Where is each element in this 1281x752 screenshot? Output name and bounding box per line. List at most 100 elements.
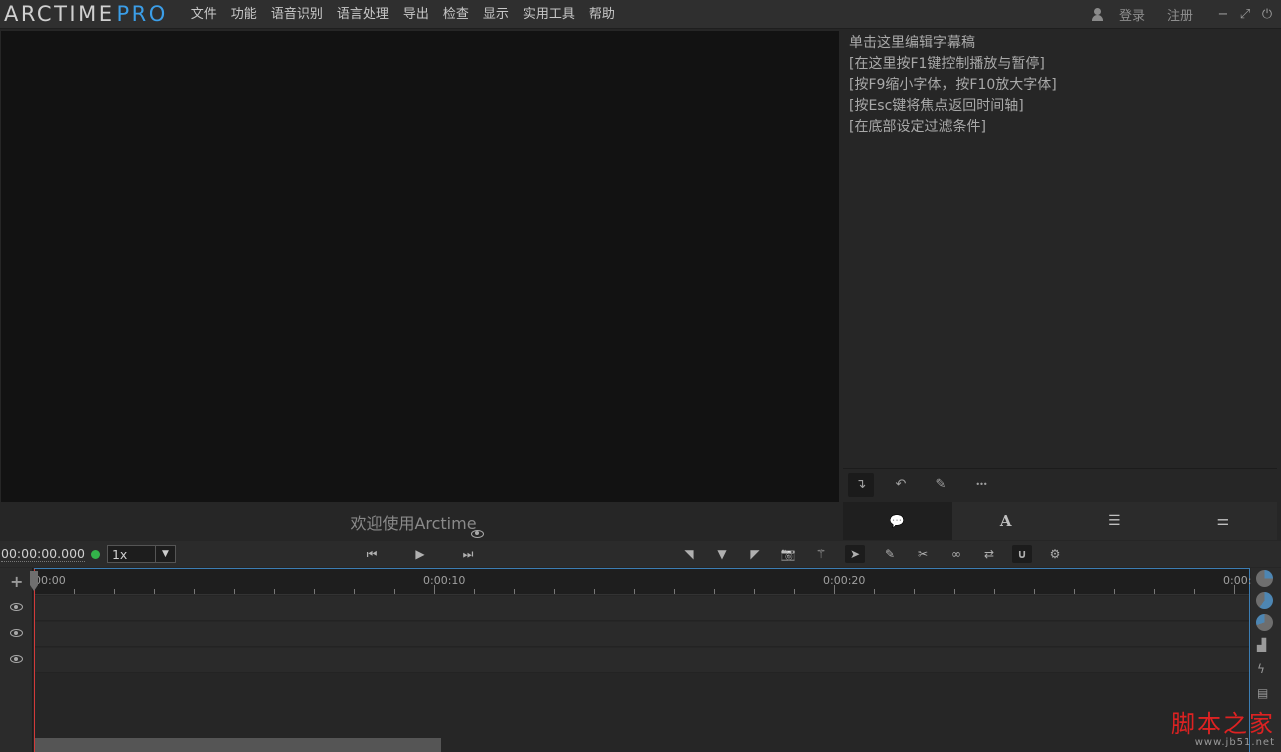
ruler-tick	[114, 589, 115, 594]
undo-icon[interactable]: ↶	[888, 473, 914, 497]
menu-language-processing[interactable]: 语言处理	[330, 0, 396, 29]
more-icon[interactable]: •••	[968, 473, 994, 497]
mark-down-icon[interactable]: ▼	[712, 545, 732, 563]
subtitle-script-editor[interactable]: 单击这里编辑字幕稿 [在这里按F1键控制播放与暂停] [按F9缩小字体，按F10…	[843, 31, 1277, 468]
eye-icon[interactable]	[10, 603, 23, 611]
menu-speech-recognition[interactable]: 语音识别	[264, 0, 330, 29]
menu-function[interactable]: 功能	[224, 0, 264, 29]
ruler-tick	[274, 589, 275, 594]
maximize-icon[interactable]: ⤢	[1237, 7, 1253, 23]
ruler-tick	[914, 589, 915, 594]
register-link[interactable]: 注册	[1167, 5, 1193, 24]
ruler-tick	[594, 589, 595, 594]
chevron-down-icon[interactable]: ▼	[154, 546, 175, 562]
editor-line: [按F9缩小字体，按F10放大字体]	[849, 77, 1057, 93]
ruler-tick	[834, 585, 835, 594]
arctime-window: ARCTIME PRO 文件 功能 语音识别 语言处理 导出 检查 显示 实用工具…	[0, 0, 1281, 752]
ruler-tick	[554, 589, 555, 594]
video-caption-bar: 欢迎使用Arctime	[1, 503, 839, 540]
ruler-tick	[674, 589, 675, 594]
menu-bar: ARCTIME PRO 文件 功能 语音识别 语言处理 导出 检查 显示 实用工具…	[0, 0, 1281, 29]
ruler-label: 0:00:10	[423, 574, 466, 587]
timeline-scrollbar[interactable]	[35, 738, 441, 752]
track-header-panel: +	[0, 568, 33, 752]
ruler-tick	[514, 589, 515, 594]
eye-icon[interactable]	[470, 529, 484, 538]
menu-utilities[interactable]: 实用工具	[516, 0, 582, 29]
editor-tabs: 💬 A ☰ ⚌	[843, 502, 1277, 540]
insert-icon[interactable]: ↴	[848, 472, 874, 497]
menu-export[interactable]: 导出	[396, 0, 436, 29]
track-row[interactable]	[34, 648, 1249, 673]
minimize-icon[interactable]: −	[1215, 7, 1231, 23]
eye-icon[interactable]	[10, 629, 23, 637]
main-menu: 文件 功能 语音识别 语言处理 导出 检查 显示 实用工具 帮助	[184, 0, 622, 29]
lightning-icon[interactable]: ϟ	[1257, 662, 1265, 676]
tab-comment[interactable]: 💬	[843, 502, 952, 540]
eye-icon[interactable]	[10, 655, 23, 663]
edit-icon[interactable]: ✎	[880, 545, 900, 563]
ruler-tick	[1034, 589, 1035, 594]
track-row[interactable]	[34, 622, 1249, 647]
tab-settings[interactable]: ⚌	[1169, 502, 1278, 540]
pencil-icon[interactable]: ✎	[928, 473, 954, 497]
ruler-tick	[394, 589, 395, 594]
ruler-label: 0:00:	[1223, 574, 1252, 587]
login-link[interactable]: 登录	[1119, 5, 1145, 24]
timecode-display[interactable]: 00:00:00.000	[1, 546, 85, 562]
ruler-tick	[1114, 589, 1115, 594]
settings-sliders-icon: ⚌	[1216, 513, 1230, 529]
time-ruler[interactable]: 00:00 0:00:10 0:00:20 0:00:	[34, 569, 1252, 595]
ruler-tick	[1234, 585, 1235, 594]
menu-view[interactable]: 显示	[476, 0, 516, 29]
menu-file[interactable]: 文件	[184, 0, 224, 29]
gear-icon[interactable]: ⚙	[1045, 545, 1065, 563]
ruler-tick	[954, 589, 955, 594]
pie-icon-2[interactable]	[1256, 592, 1273, 609]
ruler-tick	[994, 589, 995, 594]
menu-help[interactable]: 帮助	[582, 0, 622, 29]
ruler-tick	[794, 589, 795, 594]
ruler-tick	[434, 585, 435, 594]
track-row[interactable]	[34, 596, 1249, 621]
ruler-label: 00:00	[34, 574, 66, 587]
play-icon[interactable]: ▶	[410, 545, 430, 563]
mark-in-icon[interactable]: ◥	[679, 545, 699, 563]
pie-icon-1[interactable]	[1256, 570, 1273, 587]
logo-pro: PRO	[116, 2, 168, 26]
ruler-tick	[234, 589, 235, 594]
menu-check[interactable]: 检查	[436, 0, 476, 29]
timeline[interactable]: 00:00 0:00:10 0:00:20 0:00:	[30, 568, 1252, 752]
editor-line: [在底部设定过滤条件]	[849, 119, 986, 135]
ruler-tick	[74, 589, 75, 594]
playhead[interactable]	[30, 569, 38, 752]
next-icon[interactable]: ⏭	[458, 545, 478, 563]
waveform-icon[interactable]: ▟	[1257, 638, 1266, 652]
video-preview[interactable]	[1, 31, 839, 502]
swap-icon[interactable]: ⇄	[979, 545, 999, 563]
user-icon	[1091, 7, 1105, 22]
ruler-label: 0:00:20	[823, 574, 866, 587]
scissors-icon[interactable]: ✂	[913, 545, 933, 563]
font-icon: A	[999, 512, 1012, 530]
magnet-icon[interactable]: ∪	[1012, 545, 1032, 563]
mark-out-icon[interactable]: ◤	[745, 545, 765, 563]
pointer-icon[interactable]: ➤	[845, 545, 865, 563]
speed-select[interactable]: 1x ▼	[106, 545, 176, 563]
app-logo: ARCTIME PRO	[4, 2, 168, 26]
prev-icon[interactable]: ⏮	[362, 545, 382, 563]
pie-icon-3[interactable]	[1256, 614, 1273, 631]
magic-wand-icon[interactable]: ⚚	[811, 545, 831, 563]
watermark: 脚本之家 www.jb51.net	[1171, 711, 1275, 748]
playhead-handle[interactable]	[30, 571, 38, 591]
link-icon[interactable]: ∞	[946, 545, 966, 563]
tab-list[interactable]: ☰	[1060, 502, 1169, 540]
list-panel-icon[interactable]: ▤	[1257, 686, 1268, 700]
status-dot	[90, 549, 100, 559]
logo-main: ARCTIME	[4, 2, 115, 26]
list-icon: ☰	[1107, 513, 1121, 529]
camera-icon[interactable]: 📷	[778, 545, 798, 563]
add-track-icon[interactable]: +	[10, 574, 23, 590]
tab-font[interactable]: A	[952, 502, 1061, 540]
power-icon[interactable]: ⏻	[1259, 7, 1275, 23]
